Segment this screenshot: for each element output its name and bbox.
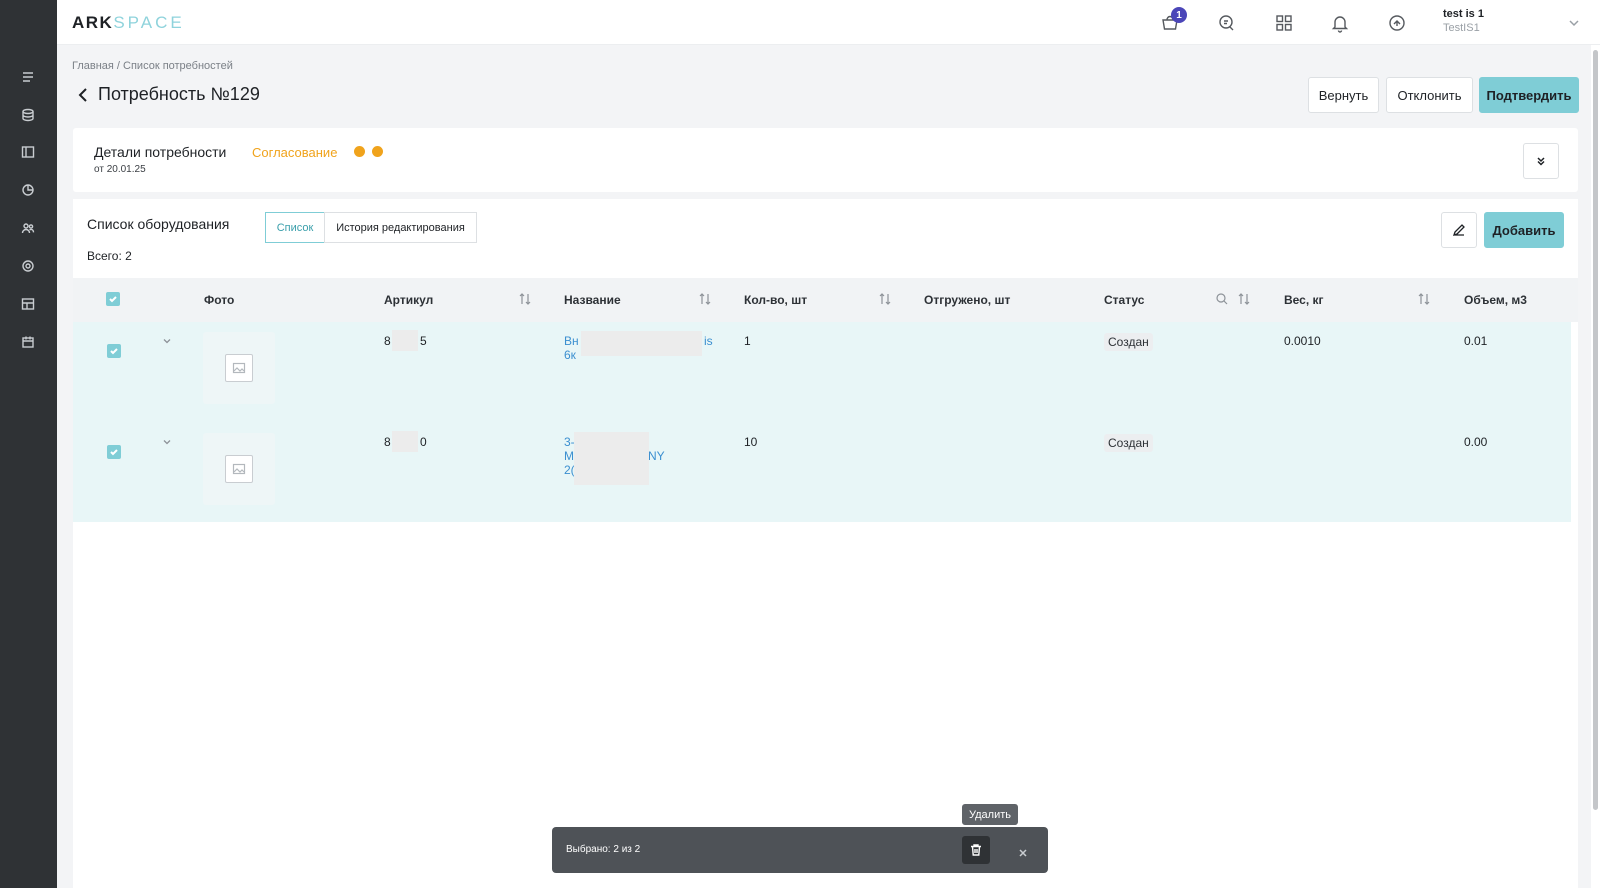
sort-icon[interactable] (518, 292, 532, 306)
page-title: Потребность №129 (98, 84, 260, 104)
product-name-link[interactable]: NY (648, 449, 665, 463)
qty-cell: 1 (744, 334, 751, 348)
table-row[interactable]: 8 5 Вн is 6к 1 Создан 0.0010 0.01 (73, 322, 1571, 423)
article-start: 8 (384, 334, 391, 348)
back-arrow-icon[interactable] (76, 87, 90, 103)
sort-icon[interactable] (698, 292, 712, 306)
confirm-button[interactable]: Подтвердить (1479, 77, 1579, 113)
edit-button[interactable] (1441, 212, 1477, 248)
volume-cell: 0.00 (1464, 435, 1488, 449)
user-profile[interactable]: test is 1 TestIS1 (1443, 8, 1484, 34)
details-card: Детали потребности Согласование от 20.01… (73, 128, 1578, 192)
article-end: 0 (420, 435, 427, 449)
col-article[interactable]: Артикул (384, 293, 433, 307)
details-title: Детали потребности (94, 144, 227, 160)
cart-badge: 1 (1171, 7, 1187, 23)
sort-icon[interactable] (1417, 292, 1431, 306)
expand-button[interactable] (1523, 143, 1559, 179)
scroll-thumb[interactable] (1593, 50, 1598, 810)
selection-count: Выбрано: 2 из 2 (566, 844, 641, 855)
product-name-link[interactable]: is (704, 334, 713, 348)
list-icon[interactable] (19, 68, 37, 86)
logo[interactable]: ARKSPACE (72, 13, 185, 33)
table-header: Фото Артикул Название Кол-во, шт Отгруже… (73, 278, 1578, 322)
qty-cell: 10 (744, 435, 758, 449)
redacted-block (574, 432, 649, 485)
tab-list[interactable]: Список (265, 212, 325, 243)
col-qty[interactable]: Кол-во, шт (744, 293, 807, 307)
col-weight[interactable]: Вес, кг (1284, 293, 1324, 307)
redacted-block (392, 431, 418, 452)
catalog-icon[interactable] (19, 295, 37, 313)
users-icon[interactable] (19, 219, 37, 237)
row-checkbox[interactable] (107, 344, 121, 358)
reject-button[interactable]: Отклонить (1386, 77, 1473, 113)
chevron-down-icon[interactable] (162, 333, 172, 344)
layout-icon[interactable] (19, 143, 37, 161)
status-dot (372, 146, 383, 157)
user-name: test is 1 (1443, 8, 1484, 20)
sync-icon[interactable] (1386, 12, 1408, 34)
sidebar (0, 0, 57, 888)
col-shipped: Отгружено, шт (924, 293, 1011, 307)
image-placeholder-icon (232, 463, 246, 475)
col-photo: Фото (204, 293, 235, 307)
details-date: от 20.01.25 (94, 164, 146, 175)
col-volume: Объем, м3 (1464, 293, 1527, 307)
col-status[interactable]: Статус (1104, 293, 1144, 307)
article-end: 5 (420, 334, 427, 348)
chat-icon[interactable] (1216, 12, 1238, 34)
equipment-panel: Список оборудования Список История редак… (73, 199, 1578, 888)
col-name[interactable]: Название (564, 293, 621, 307)
total-count: Всего: 2 (87, 249, 132, 263)
trash-icon[interactable] (962, 836, 990, 864)
weight-cell: 0.0010 (1284, 334, 1321, 348)
bell-icon[interactable] (1329, 12, 1351, 34)
table-row[interactable]: 8 0 3- М NY 2( 10 Создан 0.00 (73, 423, 1571, 522)
article-start: 8 (384, 435, 391, 449)
status-dot (354, 146, 365, 157)
top-header: ARKSPACE 1 test is 1 TestIS1 (57, 0, 1600, 45)
product-name-link[interactable]: М (564, 449, 574, 463)
selection-action-bar: Выбрано: 2 из 2 (552, 827, 1048, 873)
settings-icon[interactable] (19, 257, 37, 275)
volume-cell: 0.01 (1464, 334, 1488, 348)
row-checkbox[interactable] (107, 445, 121, 459)
scrollbar[interactable] (1591, 45, 1600, 888)
cart-icon[interactable]: 1 (1159, 7, 1187, 34)
sort-icon[interactable] (1237, 292, 1251, 306)
redacted-block (581, 331, 702, 356)
product-name-link[interactable]: 6к (564, 348, 576, 362)
delete-tooltip: Удалить (962, 804, 1018, 825)
equipment-title: Список оборудования (87, 216, 230, 232)
redacted-block (392, 330, 418, 351)
product-photo (203, 332, 275, 404)
image-placeholder-icon (232, 362, 246, 374)
tab-edit-history[interactable]: История редактирования (324, 212, 477, 243)
chevron-down-icon[interactable] (1568, 16, 1580, 28)
apps-grid-icon[interactable] (1273, 12, 1295, 34)
sort-icon[interactable] (878, 292, 892, 306)
status-chip: Создан (1104, 434, 1153, 452)
breadcrumb[interactable]: Главная / Список потребностей (72, 60, 233, 72)
calendar-icon[interactable] (19, 333, 37, 351)
status-chip: Создан (1104, 333, 1153, 351)
product-name-link[interactable]: Вн (564, 334, 579, 348)
database-icon[interactable] (19, 106, 37, 124)
select-all-checkbox[interactable] (106, 292, 120, 306)
chevron-down-icon[interactable] (162, 434, 172, 445)
search-icon[interactable] (1215, 292, 1229, 306)
product-photo (203, 433, 275, 505)
status-badge: Согласование (252, 145, 338, 160)
user-login: TestIS1 (1443, 22, 1480, 34)
add-button[interactable]: Добавить (1484, 212, 1564, 248)
close-icon[interactable] (1018, 845, 1028, 857)
return-button[interactable]: Вернуть (1308, 77, 1379, 113)
chart-icon[interactable] (19, 181, 37, 199)
